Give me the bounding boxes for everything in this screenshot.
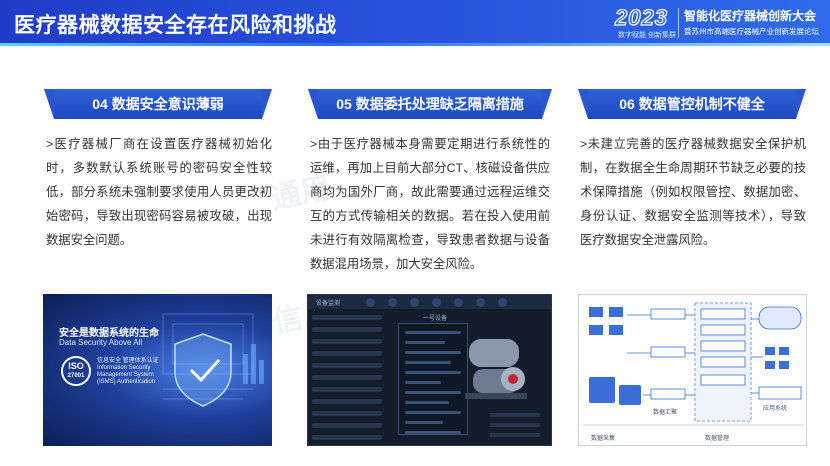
diagram-label: 数据管理 [705, 436, 730, 442]
header-bar: 医疗器械数据安全存在风险和挑战 2023 数字赋能 创新集群 智能化医疗器械创新… [0, 0, 830, 46]
nav-icon [432, 298, 441, 307]
dashboard-sidebar [312, 315, 382, 445]
security-headline-en: Data Security Above All [59, 338, 143, 347]
dashboard-legend [490, 413, 540, 443]
diagram-label: 数据采集 [591, 436, 616, 442]
device-info-popup [398, 323, 468, 435]
nav-icon [498, 298, 507, 307]
logo-divider [678, 8, 679, 38]
security-illustration: 安全是数据系统的生命 Data Security Above All ISO 2… [43, 294, 272, 446]
conference-slogan: 数字赋能 创新集群 [618, 32, 676, 39]
section-text-05: >由于医疗器械本身需要定期进行系统性的运维，再加上目前大部分CT、核磁设备供应商… [310, 137, 550, 271]
conference-name: 智能化医疗器械创新大会 [684, 9, 817, 23]
nav-icon [366, 298, 375, 307]
nav-icon [476, 298, 485, 307]
conference-subtitle: 暨苏州市高端医疗器械产业创新发展论坛 [684, 27, 819, 36]
architecture-graphic [583, 302, 804, 426]
iso-caption-en: Information Security Management System (… [97, 365, 156, 385]
dashboard-topbar [308, 295, 551, 309]
dashboard-top-label: 设备监测 [316, 301, 341, 307]
iso-badge: ISO 27001 [61, 356, 91, 386]
iso-badge-number: 27001 [67, 373, 85, 379]
section-title-05: 05 数据委托处理缺乏隔离措施 [308, 89, 552, 119]
dashboard-device-label: 一号设备 [423, 316, 448, 322]
page-title: 医疗器械数据安全存在风险和挑战 [14, 14, 337, 37]
nav-icon [388, 298, 397, 307]
section-text-06: >未建立完善的医疗器械数据安全保护机制，在数据全生命周期环节缺乏必要的技术保障措… [580, 137, 806, 247]
nav-icon [454, 298, 463, 307]
security-headline: 安全是数据系统的生命 [59, 328, 159, 339]
iso-caption: 信息安全 管理体系认证 Information Security Managem… [97, 358, 167, 386]
diagram-label: 数据汇聚 [653, 410, 678, 416]
section-text-04: >医疗器械厂商在设置医疗器械初始化时，多数默认系统账号的密码安全性较低，部分系统… [46, 137, 272, 247]
iso-badge-top: ISO [68, 361, 84, 371]
iso-caption-cn: 信息安全 管理体系认证 [97, 358, 159, 364]
device-dashboard-screenshot: 设备监测 一号设备 [307, 294, 552, 446]
data-architecture-diagram: 数据采集 数据管理 数据汇聚 应用系统 [578, 294, 807, 446]
section-title-04: 04 数据安全意识薄弱 [44, 89, 272, 119]
diagram-label: 应用系统 [763, 406, 788, 412]
conference-logo-year: 2023 [614, 4, 668, 30]
nav-icon [410, 298, 419, 307]
section-title-06: 06 数据管控机制不健全 [578, 89, 806, 119]
chiller-machine-graphic [465, 339, 527, 399]
